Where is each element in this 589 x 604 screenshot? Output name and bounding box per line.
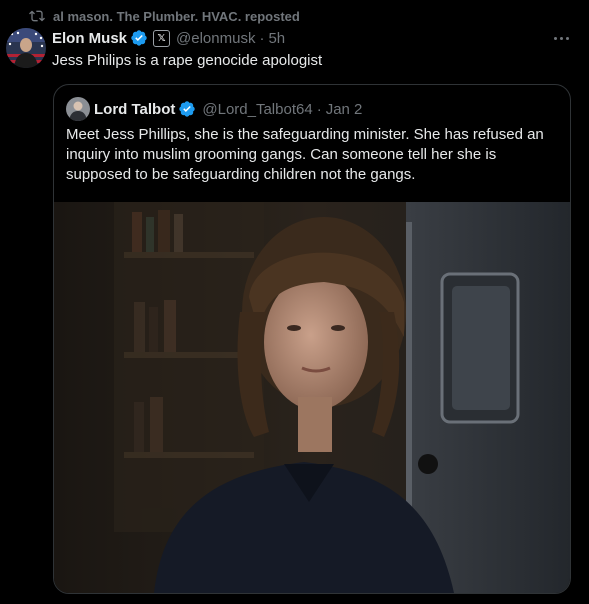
- quoted-author-handle[interactable]: @Lord_Talbot64: [202, 101, 312, 118]
- quoted-photo[interactable]: [54, 202, 570, 593]
- verified-badge-icon: [179, 101, 196, 117]
- more-icon-dot: [565, 36, 569, 40]
- author-handle[interactable]: @elonmusk: [176, 30, 255, 47]
- tweet-text: Jess Philips is a rape genocide apologis…: [52, 52, 323, 69]
- author-avatar-image: [6, 28, 46, 68]
- quoted-author-name[interactable]: Lord Talbot: [94, 101, 175, 118]
- quoted-tweet[interactable]: Lord Talbot @Lord_Talbot64 · Jan 2 Meet …: [53, 84, 571, 594]
- quoted-author-avatar[interactable]: [66, 97, 90, 121]
- quoted-header: Lord Talbot @Lord_Talbot64 · Jan 2: [94, 99, 362, 119]
- repost-text: al mason. The Plumber. HVAC. reposted: [53, 8, 300, 24]
- verified-badge-icon: [131, 30, 147, 46]
- more-options-button[interactable]: [551, 30, 571, 46]
- x-affiliation-icon: 𝕏: [153, 29, 171, 47]
- repost-icon: [29, 10, 45, 22]
- quoted-text: Meet Jess Phillips, she is the safeguard…: [66, 126, 544, 183]
- more-icon-dot: [559, 36, 563, 40]
- repost-indicator[interactable]: al mason. The Plumber. HVAC. reposted: [29, 8, 300, 24]
- quoted-date[interactable]: Jan 2: [326, 101, 363, 118]
- author-name[interactable]: Elon Musk: [52, 30, 127, 47]
- separator-dot: ·: [316, 100, 322, 118]
- quoted-avatar-image: [66, 97, 90, 121]
- tweet-header: Elon Musk 𝕏 @elonmusk · 5h: [52, 28, 285, 48]
- tweet-time[interactable]: 5h: [268, 30, 285, 47]
- author-avatar[interactable]: [6, 28, 46, 68]
- more-icon-dot: [553, 36, 557, 40]
- separator-dot: ·: [259, 29, 265, 47]
